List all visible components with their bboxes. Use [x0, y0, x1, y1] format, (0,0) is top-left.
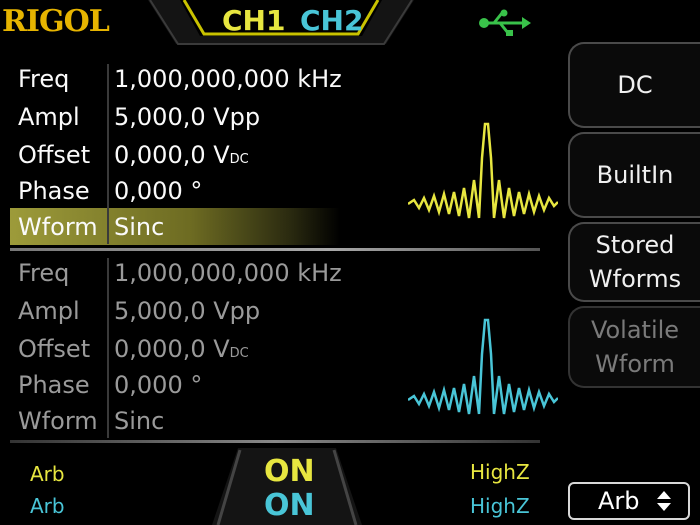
- ch2-ampl-value[interactable]: 5,000,0 Vpp: [114, 294, 260, 328]
- ch2-output-status[interactable]: ON: [264, 488, 315, 523]
- stored-wforms-softkey[interactable]: Stored Wforms: [568, 222, 700, 302]
- ch2-load-status: HighZ: [470, 494, 530, 518]
- status-separator: [10, 440, 540, 443]
- ch1-offset-label[interactable]: Offset: [18, 138, 90, 172]
- stored-line1: Stored: [595, 231, 675, 259]
- ch2-wform-label[interactable]: Wform: [18, 404, 98, 438]
- ch1-sinc-waveform: [408, 122, 558, 219]
- ch2-mode-status: Arb: [30, 494, 65, 518]
- ch1-freq-label[interactable]: Freq: [18, 62, 69, 96]
- ch2-sinc-waveform: [408, 318, 558, 415]
- ch2-freq-value[interactable]: 1,000,000,000 kHz: [114, 256, 342, 290]
- channel-separator: [10, 248, 540, 251]
- ch1-offset-number: 0,000,0 V: [114, 141, 230, 169]
- tab-ch2[interactable]: CH2: [300, 4, 363, 37]
- ch2-ampl-label[interactable]: Ampl: [18, 294, 80, 328]
- ch1-mode-status: Arb: [30, 462, 65, 486]
- ch2-column-divider: [107, 258, 109, 438]
- dc-softkey-label: DC: [617, 71, 653, 99]
- ch2-wform-value[interactable]: Sinc: [114, 404, 164, 438]
- arb-selector-value: Arb: [598, 487, 640, 515]
- usb-icon: [479, 9, 531, 36]
- dc-softkey[interactable]: DC: [568, 42, 700, 128]
- ch2-phase-value[interactable]: 0,000 °: [114, 368, 202, 402]
- stored-line2: Wforms: [588, 265, 682, 293]
- ch1-freq-value[interactable]: 1,000,000,000 kHz: [114, 62, 342, 96]
- ch1-ampl-value[interactable]: 5,000,0 Vpp: [114, 100, 260, 134]
- ch1-output-status[interactable]: ON: [264, 454, 315, 489]
- ch1-column-divider: [107, 64, 109, 244]
- volatile-line1: Volatile: [590, 316, 680, 344]
- ch1-load-status: HighZ: [470, 460, 530, 484]
- ch1-phase-label[interactable]: Phase: [18, 174, 90, 208]
- ch1-offset-value[interactable]: 0,000,0 VDC: [114, 138, 249, 177]
- ch2-offset-value[interactable]: 0,000,0 VDC: [114, 332, 249, 371]
- volatile-line2: Wform: [595, 350, 675, 378]
- ch1-ampl-label[interactable]: Ampl: [18, 100, 80, 134]
- ch2-phase-label[interactable]: Phase: [18, 368, 90, 402]
- ch1-wform-label[interactable]: Wform: [18, 210, 98, 244]
- ch1-offset-unit-sub: DC: [229, 152, 249, 167]
- ch1-wform-value[interactable]: Sinc: [114, 210, 164, 244]
- ch2-offset-label[interactable]: Offset: [18, 332, 90, 366]
- up-down-arrow-icon: [656, 491, 671, 511]
- rigol-logo: RIGOL: [2, 4, 110, 39]
- ch1-phase-value[interactable]: 0,000 °: [114, 174, 202, 208]
- ch2-offset-number: 0,000,0 V: [114, 335, 230, 363]
- ch2-offset-unit-sub: DC: [229, 346, 249, 361]
- tab-ch1[interactable]: CH1: [222, 4, 285, 37]
- ch2-freq-label[interactable]: Freq: [18, 256, 69, 290]
- builtin-softkey[interactable]: BuiltIn: [568, 132, 700, 218]
- builtin-softkey-label: BuiltIn: [596, 161, 674, 189]
- arb-selector[interactable]: Arb: [568, 482, 690, 520]
- volatile-wform-softkey[interactable]: Volatile Wform: [568, 306, 700, 388]
